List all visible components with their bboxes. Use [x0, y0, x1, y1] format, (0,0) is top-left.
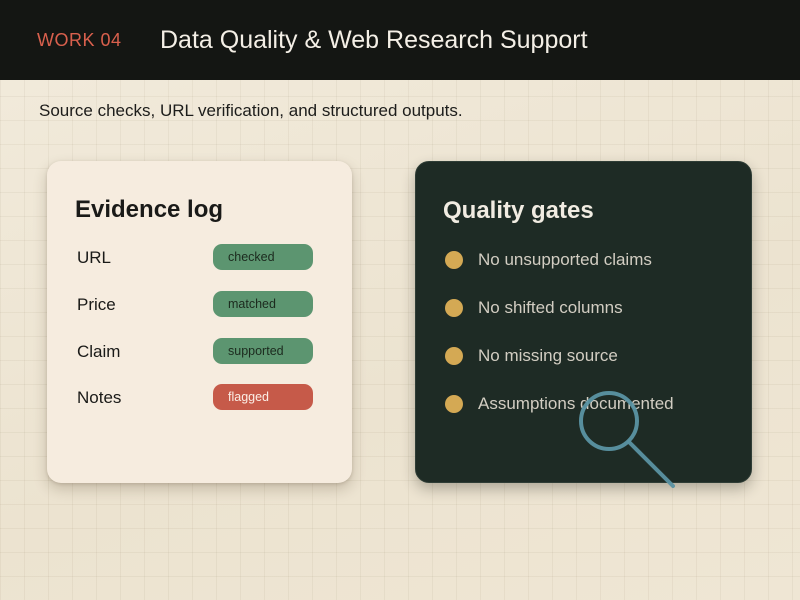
evidence-log-title: Evidence log [75, 196, 224, 223]
status-badge: checked [213, 244, 313, 270]
work-tag: WORK 04 [37, 30, 122, 50]
evidence-row-notes: Notes flagged [47, 384, 352, 410]
magnifier-icon [579, 391, 675, 488]
header-bar: WORK 04 Data Quality & Web Research Supp… [0, 0, 800, 80]
status-badge: matched [213, 291, 313, 317]
quality-gates-title: Quality gates [443, 197, 594, 224]
evidence-row-price: Price matched [47, 291, 352, 317]
bullet-dot-icon [445, 251, 463, 269]
quality-gate-item: No unsupported claims [416, 247, 751, 271]
status-badge: supported [213, 338, 313, 364]
quality-gate-item: No shifted columns [416, 295, 751, 319]
page-subtitle: Source checks, URL verification, and str… [39, 101, 463, 120]
page-title: Data Quality & Web Research Support [160, 26, 588, 54]
bullet-dot-icon [445, 395, 463, 413]
quality-gate-item: No missing source [416, 343, 751, 367]
quality-gate-text: No shifted columns [478, 298, 623, 317]
quality-gate-text: No missing source [478, 346, 618, 365]
status-badge-flagged: flagged [213, 384, 313, 410]
evidence-log-card: Evidence log URL checked Price matched C… [47, 161, 352, 483]
evidence-label: Notes [77, 388, 122, 407]
evidence-label: URL [77, 248, 112, 267]
quality-gate-text: No unsupported claims [478, 250, 652, 269]
bullet-dot-icon [445, 347, 463, 365]
evidence-row-claim: Claim supported [47, 338, 352, 364]
evidence-label: Price [77, 295, 116, 314]
bullet-dot-icon [445, 299, 463, 317]
evidence-label: Claim [77, 342, 121, 361]
evidence-row-url: URL checked [47, 244, 352, 270]
